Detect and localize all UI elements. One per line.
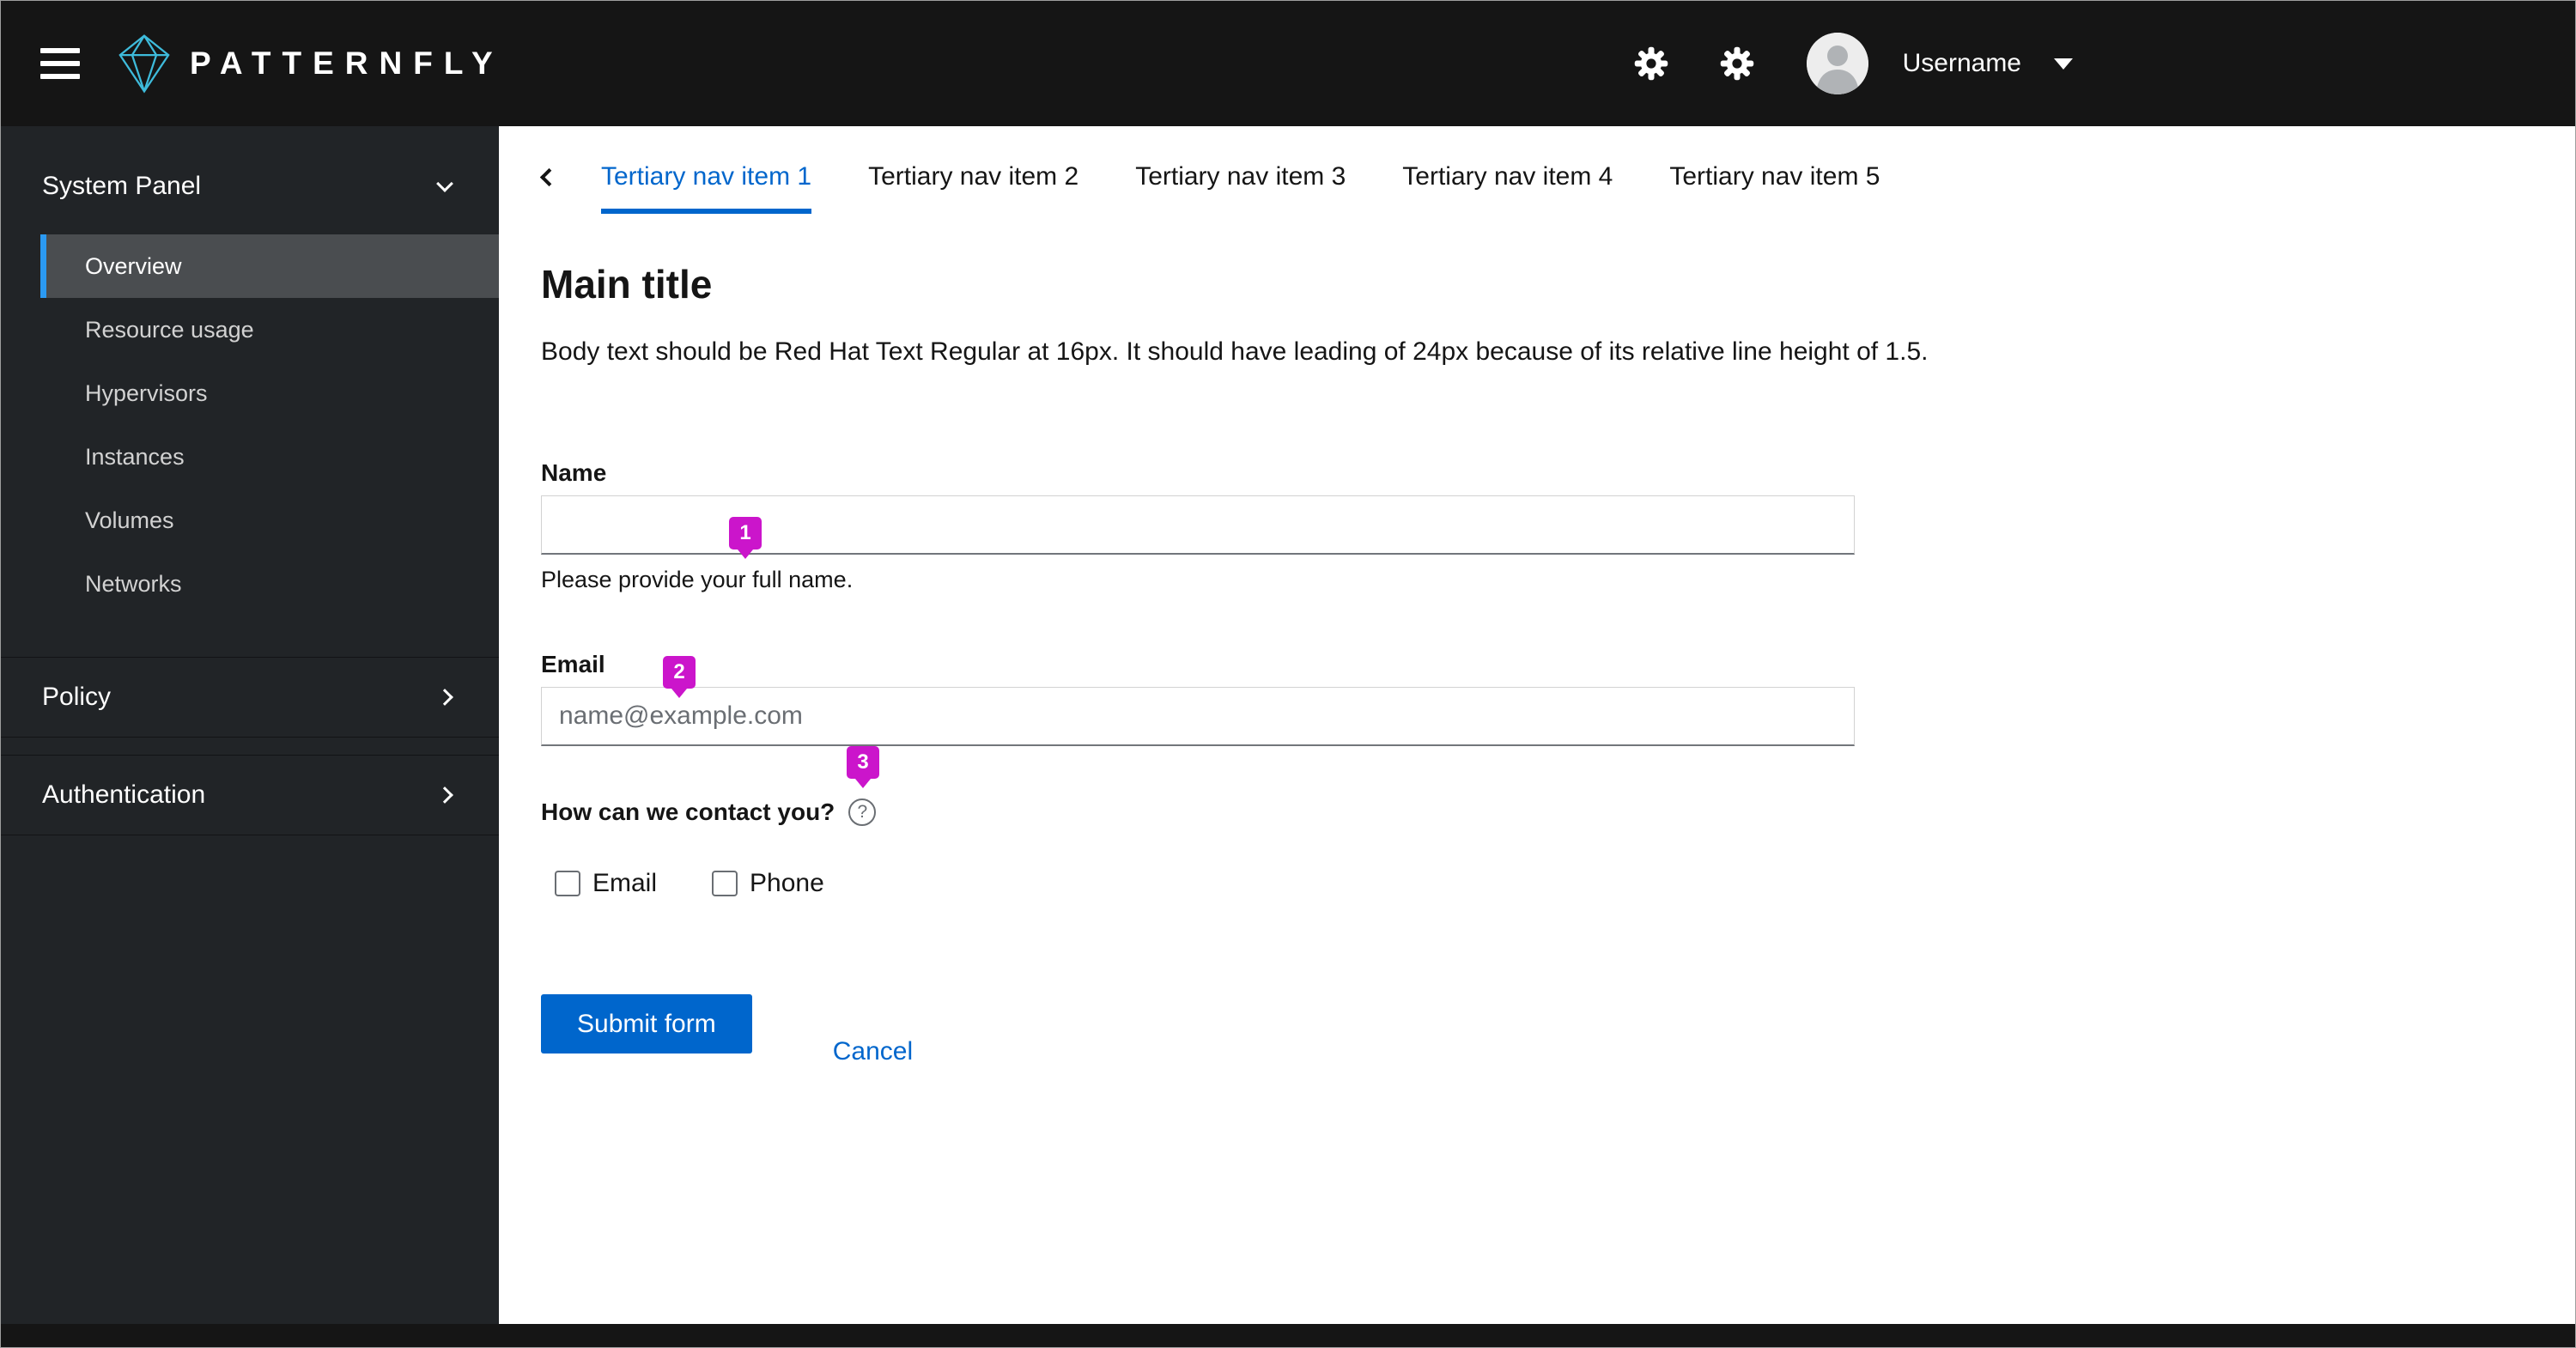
sidebar-item-hypervisors[interactable]: Hypervisors [40,361,499,425]
menu-toggle-icon[interactable] [40,48,80,79]
sidebar-subnav: Overview Resource usage Hypervisors Inst… [40,234,499,616]
user-menu-caret-icon[interactable] [2054,58,2073,70]
brand[interactable]: PATTERNFLY [118,33,504,94]
bottom-bar [1,1324,2575,1347]
sidebar-item-resource-usage[interactable]: Resource usage [40,298,499,361]
tab-tertiary-1[interactable]: Tertiary nav item 1 [601,162,812,214]
tertiary-nav-tabs: Tertiary nav item 1 Tertiary nav item 2 … [539,157,2575,214]
phone-checkbox[interactable] [712,871,738,896]
masthead-toolbar: Username [1633,33,2073,94]
tab-tertiary-3[interactable]: Tertiary nav item 3 [1135,162,1346,214]
settings-gear-icon-2[interactable] [1719,46,1755,82]
checkbox-item-email: Email [555,869,657,898]
annotation-pin-3: 3 [847,746,879,779]
email-checkbox[interactable] [555,871,580,896]
tabs-scroll-left-icon[interactable] [539,167,559,187]
email-checkbox-label[interactable]: Email [592,869,657,898]
body-text: Body text should be Red Hat Text Regular… [541,337,1929,366]
contact-form: Name Please provide your full name. Emai… [541,458,1855,1066]
patternfly-logo-icon [118,34,170,94]
tab-tertiary-5[interactable]: Tertiary nav item 5 [1669,162,1880,214]
question-circle-icon[interactable]: ? [848,798,877,826]
settings-gear-icon[interactable] [1633,46,1669,82]
name-helper-text: Please provide your full name. [541,567,854,592]
sidebar-item-instances[interactable]: Instances [40,425,499,489]
contact-options: Email Phone [541,869,1855,898]
sidebar-item-overview[interactable]: Overview [40,234,499,298]
avatar[interactable] [1806,33,1868,94]
sidebar-nav: System Panel Overview Resource usage Hyp… [1,126,499,1347]
name-label: Name [541,459,607,486]
main-content: Tertiary nav item 1 Tertiary nav item 2 … [499,126,2575,1347]
sidebar-item-networks[interactable]: Networks [40,552,499,616]
page-title: Main title [541,262,713,307]
tab-tertiary-4[interactable]: Tertiary nav item 4 [1402,162,1613,214]
form-actions: Submit form Cancel [541,994,1855,1066]
sidebar-section-label: System Panel [42,172,202,200]
annotation-pin-1: 1 [729,517,762,550]
cancel-link[interactable]: Cancel [833,1037,913,1066]
chevron-down-icon [436,175,453,192]
submit-form-button[interactable]: Submit form [541,994,752,1054]
contact-label-row: How can we contact you? ? [541,797,1855,828]
phone-checkbox-label[interactable]: Phone [750,869,824,898]
annotation-pin-2: 2 [663,656,696,689]
sidebar-section-label: Authentication [42,780,206,809]
chevron-right-icon [436,689,453,706]
email-input[interactable] [541,687,1855,746]
username-menu[interactable]: Username [1903,49,2021,78]
checkbox-item-phone: Phone [712,869,824,898]
email-label: Email [541,651,605,677]
sidebar-section-system-panel[interactable]: System Panel [1,138,499,234]
app-window: PATTERNFLY Username System Panel Overvie… [0,0,2576,1348]
sidebar-section-label: Policy [42,683,112,711]
tab-tertiary-2[interactable]: Tertiary nav item 2 [868,162,1078,214]
sidebar-item-volumes[interactable]: Volumes [40,489,499,552]
chevron-right-icon [436,786,453,804]
contact-label: How can we contact you? [541,798,835,825]
brand-text: PATTERNFLY [190,46,504,81]
sidebar-section-policy[interactable]: Policy [1,657,499,738]
masthead: PATTERNFLY Username [1,1,2575,126]
sidebar-section-authentication[interactable]: Authentication [1,755,499,835]
